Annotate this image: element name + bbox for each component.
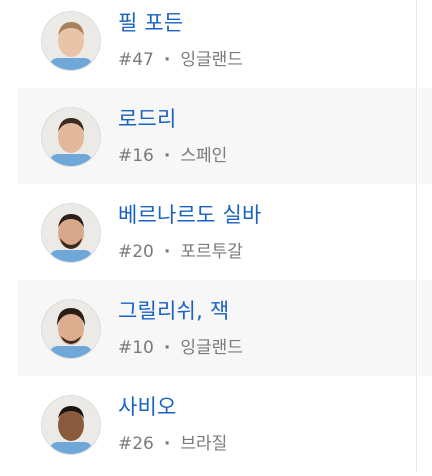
player-nation: 포르투갈 bbox=[180, 242, 243, 262]
side-panel-edge bbox=[418, 0, 432, 476]
player-number: #16 bbox=[118, 146, 154, 166]
player-nation: 브라질 bbox=[180, 434, 228, 454]
side-panel-cell bbox=[418, 280, 432, 376]
player-name[interactable]: 사비오 bbox=[118, 391, 177, 421]
player-nation: 잉글랜드 bbox=[180, 50, 243, 70]
player-nation: 스페인 bbox=[180, 146, 228, 166]
side-panel-cell bbox=[418, 88, 432, 184]
player-avatar[interactable] bbox=[42, 12, 100, 70]
player-row[interactable]: 베르나르도 실바 #20 · 포르투갈 bbox=[18, 184, 417, 280]
player-avatar[interactable] bbox=[42, 300, 100, 358]
separator-dot: · bbox=[163, 338, 171, 358]
player-meta: #20 · 포르투갈 bbox=[118, 237, 243, 262]
player-row[interactable]: 그릴리쉬, 잭 #10 · 잉글랜드 bbox=[18, 280, 417, 376]
separator-dot: · bbox=[163, 242, 171, 262]
player-number: #20 bbox=[118, 242, 154, 262]
player-row[interactable]: 필 포든 #47 · 잉글랜드 bbox=[18, 0, 417, 88]
player-row[interactable]: 로드리 #16 · 스페인 bbox=[18, 88, 417, 184]
player-row[interactable]: 사비오 #26 · 브라질 bbox=[18, 376, 417, 472]
player-meta: #26 · 브라질 bbox=[118, 429, 227, 454]
player-name[interactable]: 그릴리쉬, 잭 bbox=[118, 295, 229, 325]
player-name[interactable]: 필 포든 bbox=[118, 7, 183, 37]
separator-dot: · bbox=[163, 50, 171, 70]
player-number: #10 bbox=[118, 338, 154, 358]
player-number: #47 bbox=[118, 50, 154, 70]
player-nation: 잉글랜드 bbox=[180, 338, 243, 358]
player-name[interactable]: 로드리 bbox=[118, 103, 177, 133]
player-avatar[interactable] bbox=[42, 396, 100, 454]
player-meta: #16 · 스페인 bbox=[118, 141, 227, 166]
player-name[interactable]: 베르나르도 실바 bbox=[118, 199, 262, 229]
player-avatar[interactable] bbox=[42, 108, 100, 166]
player-number: #26 bbox=[118, 434, 154, 454]
player-list: 필 포든 #47 · 잉글랜드 로드리 #16 · 스페인 베르나르도 실바 #… bbox=[0, 0, 432, 472]
player-avatar[interactable] bbox=[42, 204, 100, 262]
player-meta: #10 · 잉글랜드 bbox=[118, 333, 243, 358]
separator-dot: · bbox=[163, 434, 171, 454]
player-meta: #47 · 잉글랜드 bbox=[118, 45, 243, 70]
separator-dot: · bbox=[163, 146, 171, 166]
